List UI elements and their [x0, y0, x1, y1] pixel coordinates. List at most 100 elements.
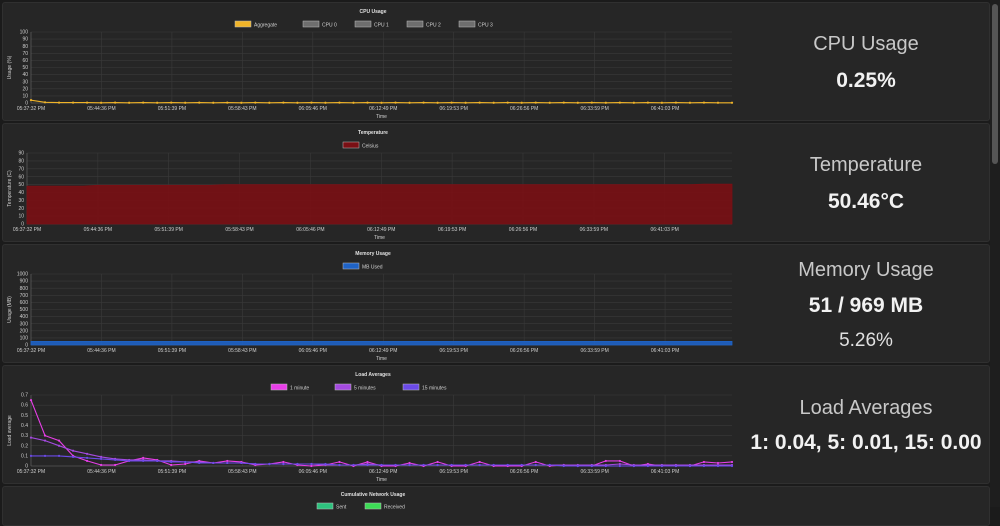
y-tick-label: 900	[20, 279, 29, 285]
data-point	[716, 461, 720, 465]
data-point	[114, 463, 117, 467]
data-point	[520, 101, 523, 104]
legend-swatch-1	[342, 262, 360, 270]
data-point	[71, 449, 75, 452]
data-point	[618, 464, 621, 468]
data-point	[632, 101, 635, 104]
x-tick-label: 06:19:53 PM	[440, 348, 468, 354]
scrollbar-thumb[interactable]	[992, 4, 998, 164]
data-point	[618, 462, 621, 466]
y-tick-label: 30	[22, 79, 28, 85]
cpu-stat: CPU Usage 0.25%	[743, 3, 989, 120]
temperature-chart: TemperatureCelsius010203040506070809005:…	[7, 130, 733, 241]
x-axis-title: Time	[376, 114, 387, 120]
data-point	[100, 455, 103, 458]
chart-title: Cumulative Network Usage	[341, 492, 406, 498]
data-point	[296, 101, 299, 104]
x-tick-label: 05:37:32 PM	[17, 106, 45, 112]
legend-swatch-2	[302, 20, 320, 28]
y-tick-label: 70	[22, 51, 28, 57]
x-tick-label: 06:26:56 PM	[510, 106, 538, 112]
data-point	[464, 463, 467, 467]
data-point	[170, 101, 173, 104]
x-tick-label: 06:12:49 PM	[369, 469, 397, 475]
data-point	[43, 434, 47, 437]
load-averages-chart: Load Averages 1 minute 5 minutes 15 minutes…	[7, 372, 734, 483]
data-point	[85, 456, 89, 459]
data-point	[170, 463, 173, 467]
data-point	[366, 101, 369, 104]
x-tick-label: 06:12:49 PM	[367, 227, 395, 233]
y-tick-label: 60	[18, 174, 24, 180]
y-tick-label: 0.5	[21, 413, 28, 419]
data-point	[57, 101, 61, 104]
data-point	[282, 462, 285, 466]
data-point	[380, 463, 383, 467]
y-tick-label: 500	[20, 307, 29, 313]
load-stat-title: Load Averages	[799, 397, 933, 419]
legend-swatch-3	[402, 383, 420, 391]
data-point	[114, 458, 117, 462]
y-tick-label: 700	[20, 293, 29, 299]
data-point	[296, 462, 299, 466]
temperature-panel: Temperature Celsius 0 10 20 30 40 50 60 70 80 90 05:…	[2, 123, 990, 242]
data-point	[198, 101, 201, 104]
page-scrollbar[interactable]	[990, 0, 1000, 507]
data-point	[43, 454, 47, 457]
memory-stat-title: Memory Usage	[798, 259, 934, 281]
y-tick-label: 100	[20, 336, 29, 342]
y-tick-label: 100	[20, 30, 29, 36]
legend-label-2: 5 minutes	[354, 386, 376, 392]
data-point	[100, 457, 103, 460]
legend-label-1: 1 minute	[290, 386, 309, 392]
data-point	[184, 460, 187, 464]
x-tick-label: 05:58:43 PM	[228, 469, 256, 475]
y-tick-label: 80	[18, 158, 24, 164]
data-point	[604, 101, 607, 104]
y-tick-label: 20	[22, 86, 28, 92]
legend-label-2: CPU 0	[322, 23, 337, 29]
data-point	[352, 463, 355, 467]
data-point	[71, 455, 75, 458]
y-tick-label: 10	[18, 214, 24, 220]
y-tick-label: 800	[20, 286, 29, 292]
x-tick-label: 06:12:49 PM	[369, 348, 397, 354]
data-point	[730, 464, 734, 468]
x-tick-label: 06:19:53 PM	[438, 227, 466, 233]
x-tick-label: 06:41:03 PM	[651, 469, 679, 475]
y-tick-label: 90	[18, 151, 24, 157]
data-point	[562, 464, 565, 468]
y-tick-label: 0.1	[21, 453, 28, 459]
data-point	[71, 101, 75, 104]
data-point	[170, 460, 173, 464]
data-point	[29, 99, 33, 102]
data-point	[212, 101, 215, 104]
data-point	[702, 101, 706, 104]
data-point	[576, 101, 579, 104]
data-point	[436, 460, 439, 464]
data-point	[688, 101, 692, 104]
x-tick-label: 06:05:46 PM	[299, 348, 327, 354]
data-point	[660, 101, 664, 104]
data-point	[506, 101, 509, 104]
x-tick-label: 06:41:03 PM	[651, 227, 679, 233]
data-point	[702, 460, 706, 464]
y-tick-label: 0.7	[21, 393, 28, 399]
x-tick-label: 06:33:59 PM	[580, 227, 608, 233]
data-point	[240, 461, 243, 465]
data-point	[240, 101, 243, 104]
data-point	[57, 439, 61, 442]
y-tick-label: 0.4	[21, 423, 28, 429]
y-tick-label: 10	[22, 94, 28, 100]
x-tick-label: 06:19:53 PM	[440, 106, 468, 112]
data-point	[646, 464, 649, 468]
x-tick-label: 05:51:39 PM	[158, 469, 186, 475]
x-tick-label: 05:51:39 PM	[158, 106, 186, 112]
x-tick-label: 06:41:03 PM	[651, 348, 679, 354]
x-tick-label: 06:33:59 PM	[580, 348, 608, 354]
legend-label-2: Received	[384, 505, 405, 511]
data-point	[590, 101, 593, 104]
data-point	[562, 101, 565, 104]
data-point	[520, 463, 523, 467]
load-panel: Load Averages 1 minute 5 minutes 15 minutes…	[2, 365, 990, 484]
